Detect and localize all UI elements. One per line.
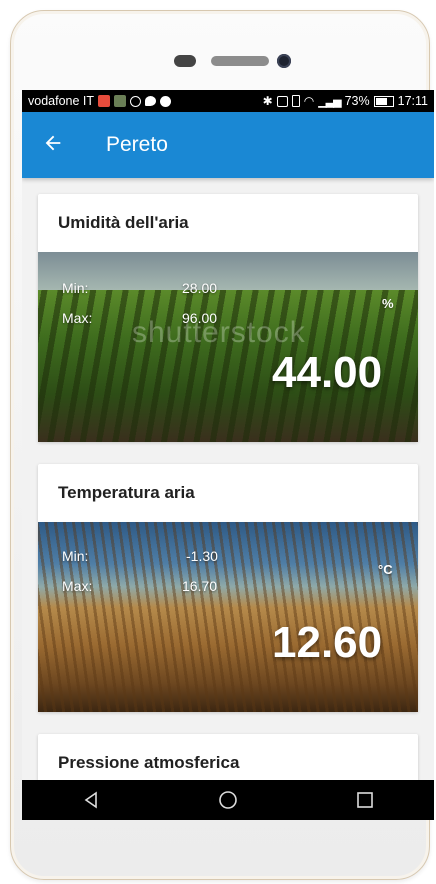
temperature-image: Min: -1.30 Max: 16.70 °C 12.60 bbox=[38, 522, 418, 712]
min-value: -1.30 bbox=[186, 548, 218, 564]
watermark: shutterstock bbox=[132, 316, 306, 349]
notification-photo-icon bbox=[114, 95, 127, 107]
max-value: 96.00 bbox=[182, 310, 218, 326]
pressure-card[interactable]: Pressione atmosferica bbox=[38, 734, 418, 780]
nfc-icon bbox=[276, 95, 288, 107]
humidity-card[interactable]: Umidità dell'aria shutterstock Min: 28.0… bbox=[38, 194, 418, 442]
wheat-background-image bbox=[38, 522, 418, 712]
unit-label: % bbox=[382, 296, 394, 311]
status-bar: vodafone IT ✱ ◠ ▁▃▅ 73% 17:11 bbox=[22, 90, 434, 112]
screen: vodafone IT ✱ ◠ ▁▃▅ 73% 17:11 Pereto Umi… bbox=[22, 90, 434, 820]
temperature-card[interactable]: Temperatura aria Min: -1.30 Max: 16.70 °… bbox=[38, 464, 418, 712]
arrow-left-icon[interactable] bbox=[42, 132, 82, 158]
status-bar-left: vodafone IT bbox=[28, 94, 172, 108]
carrier-name: vodafone IT bbox=[28, 94, 95, 108]
battery-icon bbox=[373, 95, 394, 107]
triangle-back-icon[interactable] bbox=[61, 780, 121, 820]
circle-home-icon[interactable] bbox=[198, 780, 258, 820]
sensor-dot bbox=[174, 55, 196, 67]
min-value: 28.00 bbox=[182, 280, 218, 296]
max-label: Max: bbox=[62, 310, 93, 326]
min-label: Min: bbox=[62, 548, 89, 564]
card-title: Umidità dell'aria bbox=[58, 213, 189, 232]
max-label: Max: bbox=[62, 578, 93, 594]
max-value: 16.70 bbox=[182, 578, 218, 594]
sensor-list[interactable]: Umidità dell'aria shutterstock Min: 28.0… bbox=[22, 178, 434, 780]
humidity-image: shutterstock Min: 28.00 Max: 96.00 % 44.… bbox=[38, 252, 418, 442]
card-title: Pressione atmosferica bbox=[58, 753, 240, 772]
current-value: 44.00 bbox=[272, 348, 383, 397]
signal-icon: ▁▃▅ bbox=[318, 95, 341, 108]
min-label: Min: bbox=[62, 280, 89, 296]
app-bar: Pereto bbox=[22, 112, 434, 178]
page-title: Pereto bbox=[106, 133, 168, 156]
card-title: Temperatura aria bbox=[58, 483, 195, 502]
system-nav-bar bbox=[22, 780, 434, 820]
chat-icon bbox=[145, 96, 157, 106]
clock: 17:11 bbox=[397, 94, 428, 108]
wifi-icon: ◠ bbox=[303, 94, 315, 108]
battery-percent: 73% bbox=[344, 94, 370, 108]
unit-label: °C bbox=[378, 562, 393, 577]
bluetooth-icon: ✱ bbox=[262, 94, 273, 108]
compass-icon bbox=[160, 95, 172, 107]
vibrate-icon bbox=[291, 95, 300, 107]
front-camera bbox=[277, 54, 291, 68]
whatsapp-icon bbox=[130, 95, 142, 107]
current-value: 12.60 bbox=[272, 618, 383, 667]
notification-app-icon bbox=[98, 95, 111, 107]
earpiece-speaker bbox=[211, 56, 269, 66]
status-bar-right: ✱ ◠ ▁▃▅ 73% 17:11 bbox=[263, 94, 428, 108]
square-recents-icon[interactable] bbox=[335, 780, 395, 820]
